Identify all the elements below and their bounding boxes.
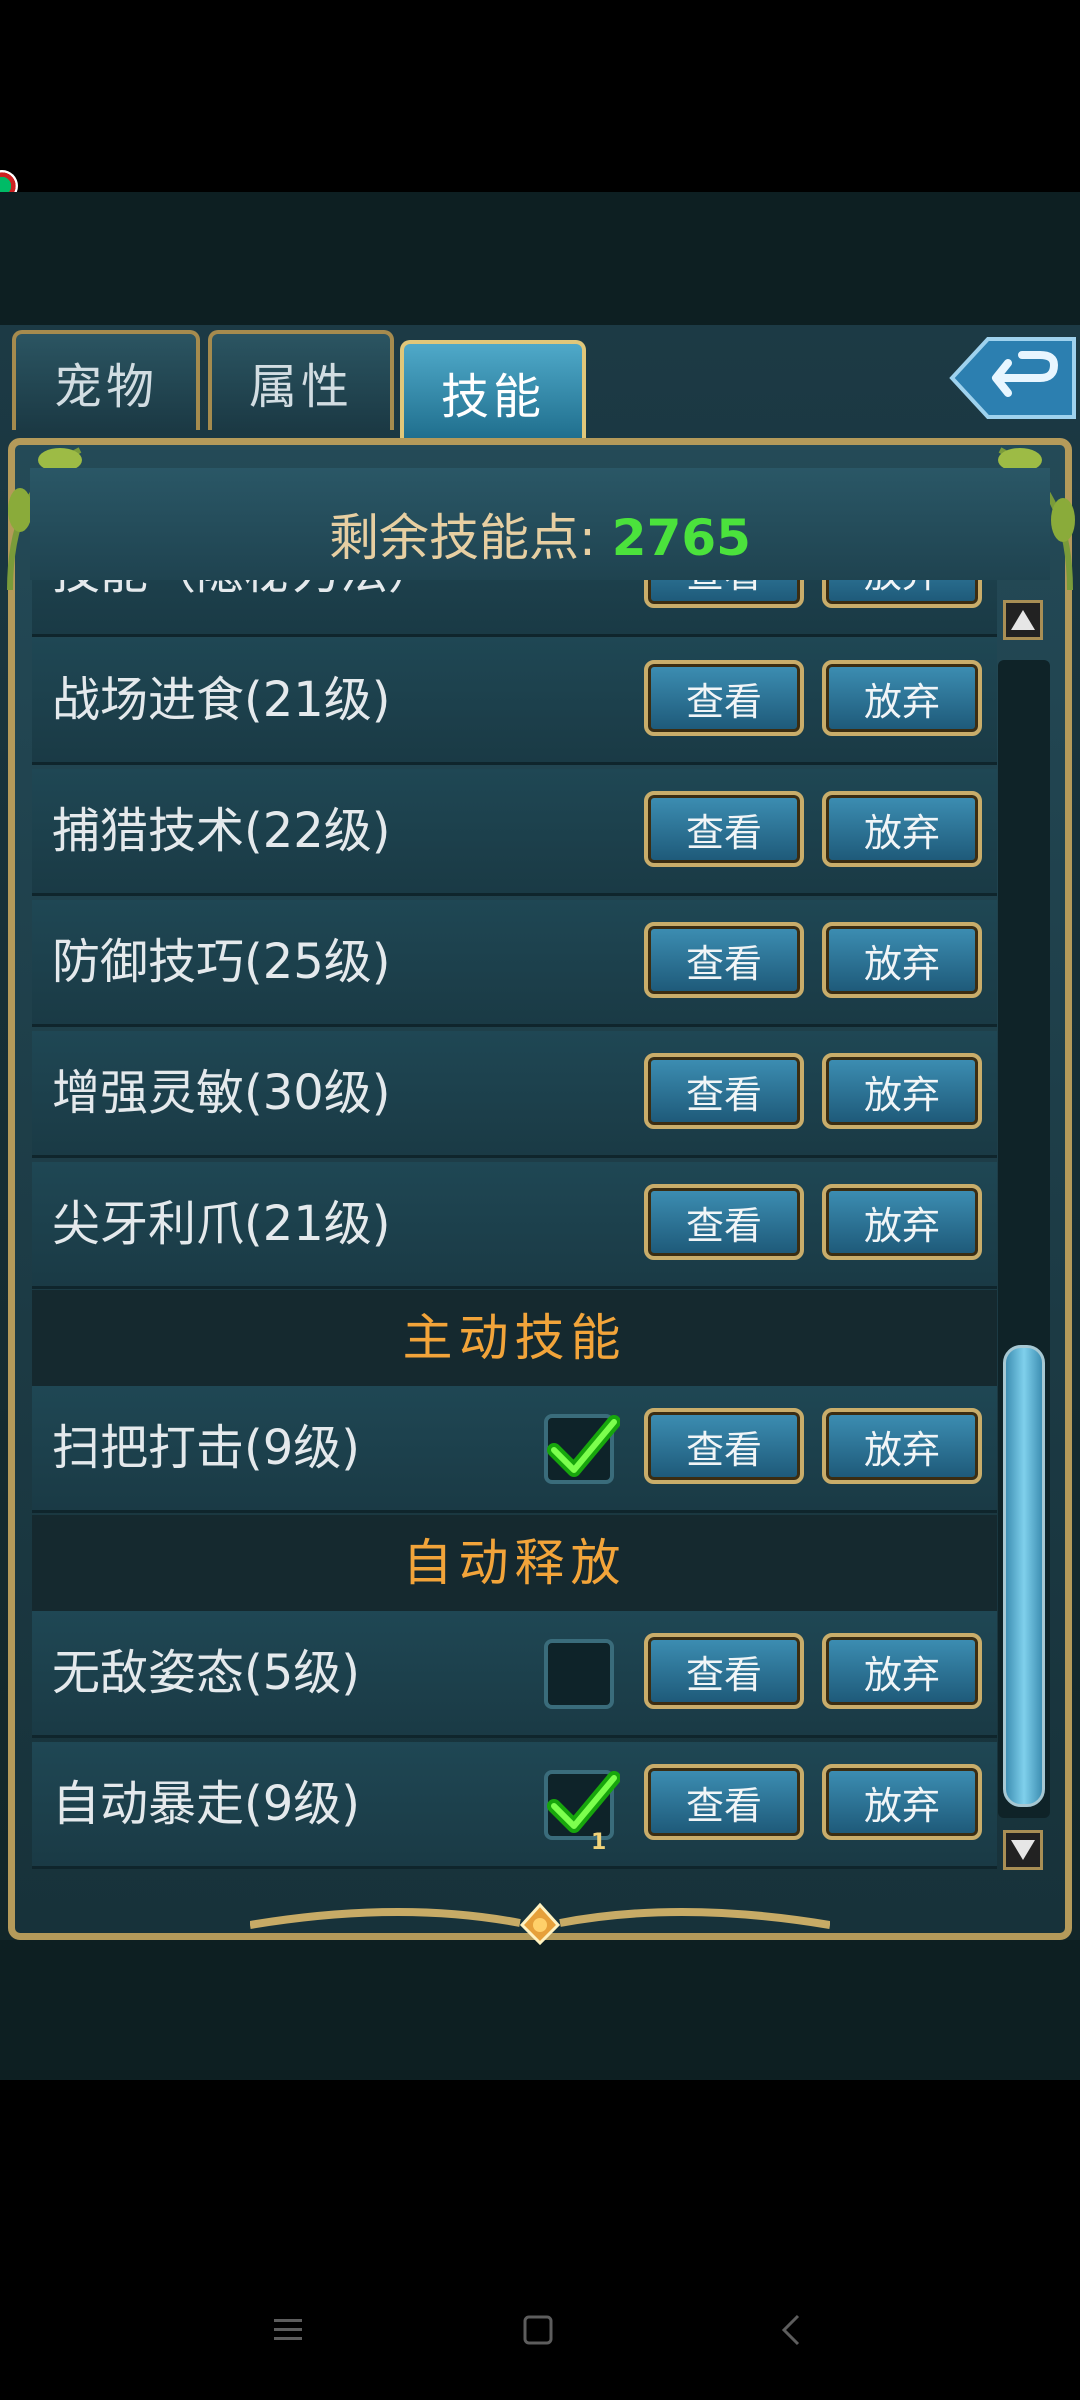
- skill-name: 防御技巧(25级): [52, 934, 391, 990]
- abandon-button[interactable]: 放弃: [822, 660, 982, 736]
- view-button[interactable]: 查看: [644, 660, 804, 736]
- points-value: 2765: [611, 509, 751, 567]
- back-nav-icon[interactable]: [772, 2310, 812, 2350]
- auto-cast-checkbox[interactable]: [544, 1639, 614, 1709]
- tab-pets[interactable]: 宠物: [12, 330, 200, 430]
- list-item: 增强灵敏(30级) 查看 放弃: [32, 1031, 997, 1158]
- triangle-down-icon: [1011, 1840, 1035, 1860]
- view-button[interactable]: 查看: [644, 1408, 804, 1484]
- auto-cast-checkbox[interactable]: 1: [544, 1770, 620, 1855]
- frame-bottom-ornament: [250, 1902, 830, 1945]
- home-icon[interactable]: [518, 2310, 558, 2350]
- skill-name: 尖牙利爪(21级): [52, 1196, 391, 1252]
- list-item: 战场进食(21级) 查看 放弃: [32, 638, 997, 765]
- menu-icon[interactable]: [268, 2310, 308, 2350]
- back-button[interactable]: [948, 333, 1078, 423]
- skill-name: 增强灵敏(30级): [52, 1065, 391, 1121]
- abandon-button[interactable]: 放弃: [822, 1053, 982, 1129]
- view-button[interactable]: 查看: [644, 922, 804, 998]
- remaining-skill-points: 剩余技能点: 2765: [0, 498, 1080, 570]
- check-icon: [547, 1415, 620, 1477]
- skill-name: 自动暴走(9级): [52, 1776, 360, 1832]
- abandon-button[interactable]: 放弃: [822, 1633, 982, 1709]
- view-button[interactable]: 查看: [644, 1764, 804, 1840]
- check-icon: [547, 1771, 620, 1833]
- tab-attributes[interactable]: 属性: [208, 330, 394, 430]
- view-button[interactable]: 查看: [644, 580, 804, 608]
- scroll-down-button[interactable]: [1003, 1830, 1043, 1870]
- skill-name: 扫把打击(9级): [52, 1420, 360, 1476]
- section-header-auto-cast: 自动释放: [32, 1515, 997, 1611]
- list-item: 捕猎技术(22级) 查看 放弃: [32, 769, 997, 896]
- back-arrow-icon: [949, 337, 1076, 419]
- list-item: 自动暴走(9级) 1 查看 放弃: [32, 1742, 997, 1869]
- abandon-button[interactable]: 放弃: [822, 580, 982, 608]
- auto-cast-checkbox[interactable]: [544, 1414, 620, 1484]
- skill-name: 捕猎技术(22级): [52, 803, 391, 859]
- list-item: 尖牙利爪(21级) 查看 放弃: [32, 1162, 997, 1289]
- abandon-button[interactable]: 放弃: [822, 1764, 982, 1840]
- skill-name: 技能（隐秘力法）: [52, 580, 436, 634]
- list-item: 技能（隐秘力法） 查看 放弃: [32, 580, 997, 637]
- list-item: 防御技巧(25级) 查看 放弃: [32, 900, 997, 1027]
- tab-skills[interactable]: 技能: [400, 340, 586, 440]
- triangle-up-icon: [1011, 610, 1035, 630]
- abandon-button[interactable]: 放弃: [822, 922, 982, 998]
- skill-list[interactable]: 技能（隐秘力法） 查看 放弃 战场进食(21级) 查看 放弃 捕猎技术(22级)…: [32, 580, 997, 1885]
- view-button[interactable]: 查看: [644, 791, 804, 867]
- auto-cast-order-badge: 1: [591, 1830, 607, 1855]
- list-item: 扫把打击(9级) 查看 放弃: [32, 1386, 997, 1513]
- abandon-button[interactable]: 放弃: [822, 1184, 982, 1260]
- points-caption: 剩余技能点:: [329, 509, 596, 567]
- abandon-button[interactable]: 放弃: [822, 791, 982, 867]
- scroll-up-button[interactable]: [1003, 600, 1043, 640]
- abandon-button[interactable]: 放弃: [822, 1408, 982, 1484]
- system-navigation-bar: [0, 2080, 1080, 2400]
- view-button[interactable]: 查看: [644, 1053, 804, 1129]
- view-button[interactable]: 查看: [644, 1184, 804, 1260]
- list-item: 无敌姿态(5级) 查看 放弃: [32, 1611, 997, 1738]
- view-button[interactable]: 查看: [644, 1633, 804, 1709]
- scrollbar-thumb[interactable]: [1003, 1345, 1045, 1807]
- skill-name: 无敌姿态(5级): [52, 1645, 360, 1701]
- section-header-active-skills: 主动技能: [32, 1290, 997, 1386]
- skill-name: 战场进食(21级): [52, 672, 391, 728]
